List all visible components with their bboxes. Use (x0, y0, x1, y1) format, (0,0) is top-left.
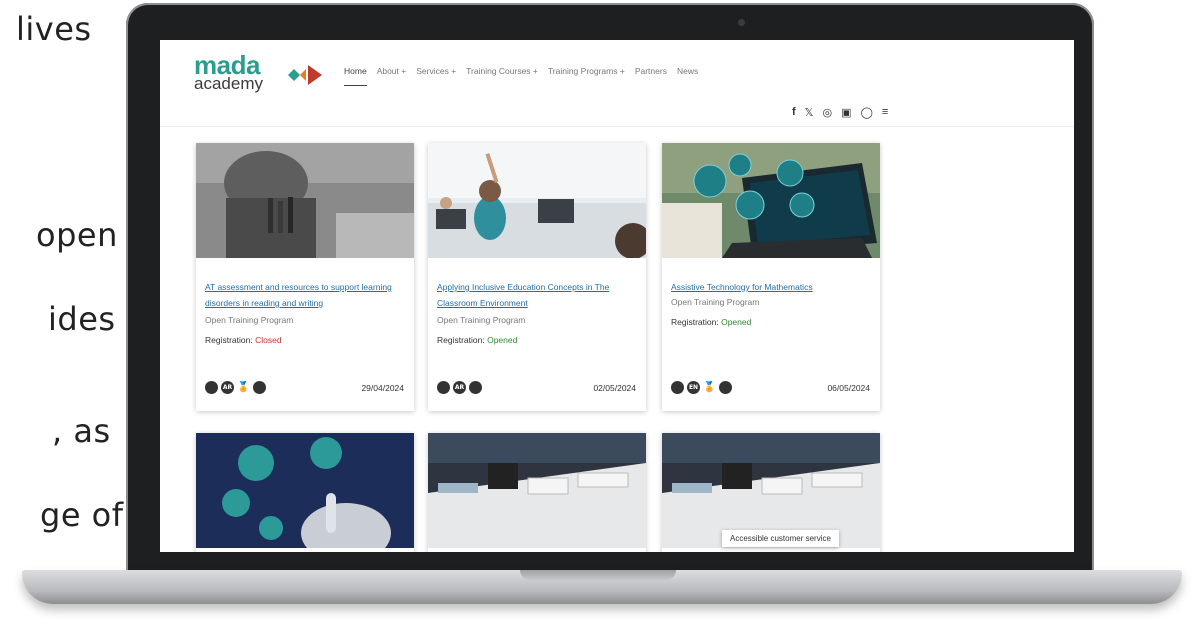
instagram-icon[interactable]: ◎ (823, 106, 833, 119)
card-date: 29/04/2024 (361, 383, 404, 393)
facebook-icon[interactable]: f (792, 106, 796, 119)
card-registration: Registration: Opened (437, 335, 517, 345)
card-image (196, 143, 414, 258)
accessibility-icon (437, 381, 450, 394)
prose-line-5: ge of (40, 496, 124, 534)
prose-line-1: lives (16, 10, 92, 48)
share-icon[interactable] (253, 381, 266, 394)
card-feature-icons: AR (437, 381, 482, 394)
x-icon[interactable]: 𝕏 (805, 106, 814, 119)
language-badge: AR (221, 381, 234, 394)
language-badge: EN (687, 381, 700, 394)
registration-label: Registration: (205, 335, 253, 345)
program-card[interactable]: Applying Inclusive Education Concepts in… (428, 143, 646, 411)
prose-line-2: open (36, 216, 118, 254)
card-date: 06/05/2024 (827, 383, 870, 393)
share-icon[interactable] (469, 381, 482, 394)
logo-subtitle: academy (194, 74, 263, 93)
nav-training-courses[interactable]: Training Courses + (466, 66, 538, 86)
certificate-icon: 🏅 (237, 382, 250, 393)
card-registration: Registration: Closed (205, 335, 282, 345)
accessibility-icon (671, 381, 684, 394)
menu-icon[interactable]: ≡ (882, 106, 888, 119)
card-type: Open Training Program (437, 315, 526, 325)
registration-status: Opened (487, 335, 518, 345)
card-type: Open Training Program (205, 315, 294, 325)
browser-screen: mada academy Home About + Services + Tra… (160, 40, 1074, 552)
card-image (428, 433, 646, 548)
language-badge: AR (453, 381, 466, 394)
certificate-icon: 🏅 (703, 382, 716, 393)
nav-news[interactable]: News (677, 66, 698, 86)
registration-status: Closed (255, 335, 282, 345)
card-image (428, 143, 646, 258)
nav-services[interactable]: Services + (416, 66, 456, 86)
prose-line-3: ides (48, 300, 116, 338)
registration-status: Opened (721, 317, 752, 327)
camera-icon (738, 19, 745, 26)
image-tooltip: Accessible customer service (722, 530, 839, 547)
laptop-notch (520, 570, 676, 580)
card-feature-icons: AR 🏅 (205, 381, 266, 394)
registration-label: Registration: (437, 335, 485, 345)
site-logo[interactable]: mada academy (194, 50, 344, 102)
share-icon[interactable] (719, 381, 732, 394)
card-title-link[interactable]: AT assessment and resources to support l… (205, 279, 405, 311)
card-feature-icons: EN 🏅 (671, 381, 732, 394)
site-header: mada academy Home About + Services + Tra… (160, 40, 1074, 127)
nav-about[interactable]: About + (377, 66, 407, 86)
youtube-icon[interactable]: ▣ (841, 106, 851, 119)
main-nav: Home About + Services + Training Courses… (344, 66, 698, 86)
logo-arrows-icon (288, 65, 322, 85)
program-card[interactable] (428, 433, 646, 552)
card-image (662, 143, 880, 258)
card-type: Open Training Program (671, 297, 760, 307)
program-card[interactable] (196, 433, 414, 552)
program-card[interactable]: Assistive Technology for Mathematics Ope… (662, 143, 880, 411)
card-title-link[interactable]: Applying Inclusive Education Concepts in… (437, 279, 637, 311)
github-icon[interactable]: ◯ (861, 106, 873, 119)
accessibility-icon (205, 381, 218, 394)
registration-label: Registration: (671, 317, 719, 327)
card-title-link[interactable]: Assistive Technology for Mathematics (671, 279, 871, 295)
card-image (196, 433, 414, 548)
program-card[interactable]: AT assessment and resources to support l… (196, 143, 414, 411)
nav-training-programs[interactable]: Training Programs + (548, 66, 625, 86)
background-prose: lives open ides , as ge of (0, 0, 140, 560)
nav-partners[interactable]: Partners (635, 66, 667, 86)
nav-home[interactable]: Home (344, 66, 367, 86)
social-links: f 𝕏 ◎ ▣ ◯ ≡ (792, 106, 888, 119)
prose-line-4: , as (52, 412, 111, 450)
card-date: 02/05/2024 (593, 383, 636, 393)
card-registration: Registration: Opened (671, 317, 751, 327)
